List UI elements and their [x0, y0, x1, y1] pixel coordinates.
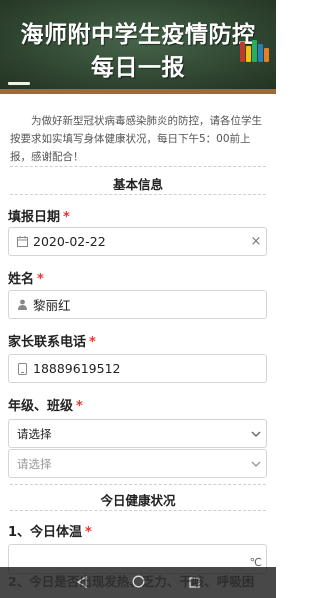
intro-text: 为做好新型冠状病毒感染肺炎的防控，请各位学生按要求如实填写身体健康状况，每日下午… — [10, 115, 262, 163]
chevron-down-icon — [246, 461, 266, 467]
header-banner: 海师附中学生疫情防控 每日一报 — [0, 0, 276, 94]
required-mark: * — [63, 210, 70, 225]
banner-title-line1: 海师附中学生疫情防控 — [20, 22, 256, 48]
required-mark: * — [76, 399, 83, 414]
date-label: 填报日期 * — [8, 210, 70, 225]
phone-label: 家长联系电话 * — [8, 335, 96, 350]
divider — [10, 194, 266, 195]
banner-title-line2: 每日一报 — [91, 55, 185, 81]
system-nav-bar: 2、今日是否出现发热、乏力、干咳、呼吸困 — [0, 567, 276, 598]
name-field[interactable]: 黎丽红 — [8, 290, 267, 319]
grade-label: 年级、班级 * — [8, 399, 83, 414]
divider — [10, 510, 266, 511]
temperature-label: 1、今日体温 * — [8, 525, 92, 540]
required-mark: * — [85, 525, 92, 540]
phone-field[interactable]: 18889619512 — [8, 354, 267, 383]
class-select[interactable]: 请选择 — [8, 449, 267, 478]
date-value: 2020-02-22 — [33, 234, 106, 249]
question-2-label: 2、今日是否出现发热、乏力、干咳、呼吸困 — [8, 574, 255, 589]
phone-value: 18889619512 — [33, 361, 121, 376]
person-icon — [11, 299, 33, 310]
phone-icon — [11, 362, 33, 375]
divider — [10, 484, 266, 485]
name-value: 黎丽红 — [33, 298, 71, 313]
chevron-down-icon — [246, 431, 266, 437]
required-mark: * — [37, 272, 44, 287]
divider — [10, 166, 266, 167]
grade-select[interactable]: 请选择 — [8, 419, 267, 448]
grade-select-value: 请选择 — [17, 426, 52, 441]
section-title-health: 今日健康状况 — [100, 493, 176, 508]
section-title-basic: 基本信息 — [112, 177, 163, 192]
clear-icon[interactable]: × — [246, 234, 266, 249]
date-field[interactable]: 2020-02-22 × — [8, 227, 267, 256]
name-label: 姓名 * — [8, 272, 44, 287]
calendar-icon — [11, 236, 33, 247]
books-icon — [240, 40, 270, 62]
chalk-icon — [8, 82, 30, 85]
required-mark: * — [89, 335, 96, 350]
class-select-value: 请选择 — [17, 456, 52, 471]
